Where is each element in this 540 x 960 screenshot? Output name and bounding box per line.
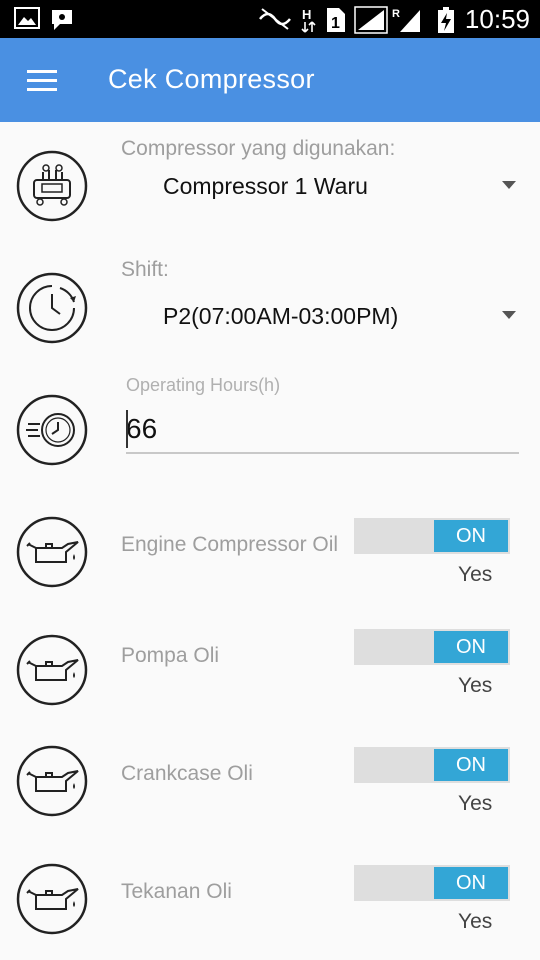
- compressor-label: Compressor yang digunakan:: [121, 137, 396, 160]
- check-label-crankcase-oli: Crankcase Oli: [121, 762, 253, 785]
- notification-icon: [52, 10, 72, 30]
- toggle-pompa-oli[interactable]: ON: [354, 629, 510, 665]
- shift-value[interactable]: P2(07:00AM-03:00PM): [163, 303, 398, 330]
- signal-icon: [354, 6, 388, 34]
- compressor-icon: [16, 150, 88, 222]
- h-signal-icon: H: [301, 7, 316, 33]
- check-label-pompa-oli: Pompa Oli: [121, 644, 220, 667]
- toggle-engine-compressor-oil[interactable]: ON: [354, 518, 510, 554]
- oil-can-icon: [16, 745, 88, 817]
- battery-charging-icon: [438, 7, 454, 33]
- oil-can-icon: [16, 516, 88, 588]
- hamburger-icon[interactable]: [27, 70, 57, 92]
- app-bar: Cek Compressor: [0, 38, 540, 122]
- sim1-icon: 1: [327, 8, 345, 32]
- check-status: Yes: [458, 563, 493, 586]
- status-time: 10:59: [464, 4, 530, 34]
- clock-icon: [16, 272, 88, 344]
- shift-label: Shift:: [121, 258, 169, 281]
- text-cursor: [126, 410, 128, 448]
- compressor-value[interactable]: Compressor 1 Waru: [163, 173, 368, 200]
- check-status: Yes: [458, 792, 493, 815]
- image-icon: [14, 7, 40, 29]
- oil-can-icon: [16, 863, 88, 935]
- status-bar: H 1 R 10:59: [0, 0, 540, 38]
- toggle-on-label: ON: [434, 749, 508, 781]
- page-title: Cek Compressor: [108, 64, 315, 94]
- oil-can-icon: [16, 634, 88, 706]
- toggle-on-label: ON: [434, 867, 508, 899]
- chevron-down-icon[interactable]: [502, 181, 516, 189]
- nfc-icon: [259, 8, 291, 30]
- svg-text:R: R: [392, 8, 400, 20]
- toggle-tekanan-oli[interactable]: ON: [354, 865, 510, 901]
- check-status: Yes: [458, 910, 493, 933]
- svg-text:1: 1: [331, 15, 340, 32]
- toggle-on-label: ON: [434, 631, 508, 663]
- chevron-down-icon[interactable]: [502, 311, 516, 319]
- roaming-signal-icon: R: [392, 8, 420, 32]
- check-label-tekanan-oli: Tekanan Oli: [121, 880, 232, 903]
- toggle-crankcase-oli[interactable]: ON: [354, 747, 510, 783]
- toggle-on-label: ON: [434, 520, 508, 552]
- check-status: Yes: [458, 674, 493, 697]
- svg-text:H: H: [302, 7, 311, 22]
- operating-hours-label: Operating Hours(h): [126, 375, 281, 395]
- check-label-engine-compressor-oil: Engine Compressor Oil: [121, 533, 339, 556]
- speedometer-clock-icon: [16, 394, 88, 466]
- operating-hours-input[interactable]: [126, 406, 519, 454]
